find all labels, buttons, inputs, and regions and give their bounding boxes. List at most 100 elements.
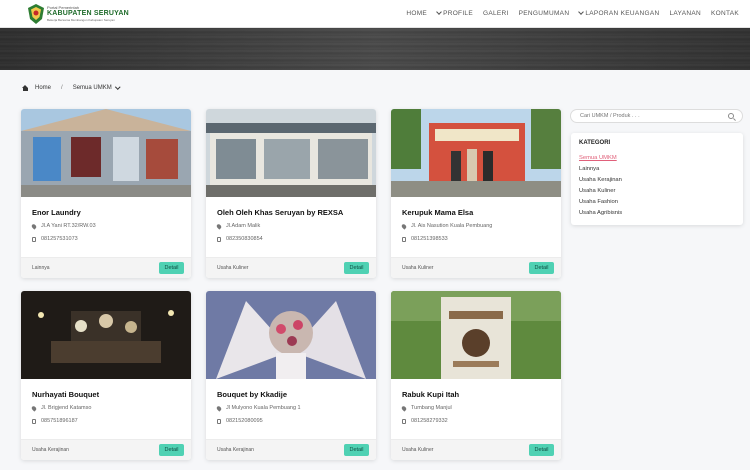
umkm-address: Tumbang Manjul [400, 404, 452, 412]
search-box[interactable] [570, 109, 743, 123]
umkm-name[interactable]: Enor Laundry [32, 208, 81, 217]
card-footer: Usaha Kuliner Detail [206, 257, 376, 278]
phone-text: 082350830854 [226, 236, 263, 242]
nav-profile[interactable]: PROFILE [436, 9, 473, 17]
umkm-category: Usaha Kerajinan [32, 447, 69, 453]
card-footer: Usaha Kuliner Detail [391, 439, 561, 460]
umkm-address: Jl.A Yani RT.32/RW.03 [30, 222, 96, 230]
phone-text: 081251398533 [411, 236, 448, 242]
umkm-photo-kopi [391, 291, 561, 379]
breadcrumb-current-dropdown[interactable]: Semua UMKM [72, 83, 120, 91]
breadcrumb-home[interactable]: Home [35, 85, 51, 91]
umkm-phone: 081257531073 [32, 236, 78, 242]
umkm-card[interactable]: Nurhayati Bouquet Jl. Brigjend Katamso 0… [21, 291, 191, 460]
category-lainnya[interactable]: Lainnya [579, 164, 622, 175]
umkm-name[interactable]: Kerupuk Mama Elsa [402, 208, 473, 217]
address-text: Tumbang Manjul [411, 405, 452, 411]
umkm-phone: 082350830854 [217, 236, 263, 242]
detail-button[interactable]: Detail [159, 444, 184, 456]
category-usaha-kerajinan[interactable]: Usaha Kerajinan [579, 175, 622, 186]
phone-text: 085751896187 [41, 418, 78, 424]
nav-laporan-label: LAPORAN KEUANGAN [585, 10, 660, 17]
umkm-photo-laundry [21, 109, 191, 197]
umkm-category: Usaha Kuliner [217, 265, 249, 271]
category-usaha-fashion[interactable]: Usaha Fashion [579, 197, 622, 208]
location-pin-icon [400, 222, 408, 230]
address-text: Jl Mulyono Kuala Pembuang 1 [226, 405, 301, 411]
logo-tagline: Bekerja Bersama Membangun Kabupaten Seru… [47, 18, 115, 22]
card-footer: Usaha Kerajinan Detail [206, 439, 376, 460]
category-usaha-agribisnis[interactable]: Usaha Agribisnis [579, 208, 622, 219]
phone-icon [402, 236, 406, 242]
phone-icon [32, 236, 36, 242]
location-pin-icon [215, 404, 223, 412]
nav-laporan-keuangan[interactable]: LAPORAN KEUANGAN [578, 9, 660, 17]
umkm-category: Lainnya [32, 265, 50, 271]
phone-icon [217, 418, 221, 424]
search-icon[interactable] [728, 113, 734, 119]
detail-button[interactable]: Detail [344, 444, 369, 456]
breadcrumb-separator: / [61, 85, 63, 91]
umkm-category: Usaha Kuliner [402, 447, 434, 453]
hero-banner [0, 28, 750, 70]
nav-kontak[interactable]: KONTAK [711, 10, 739, 17]
umkm-name[interactable]: Oleh Oleh Khas Seruyan by REXSA [217, 208, 343, 217]
umkm-name[interactable]: Bouquet by Kkadije [217, 390, 287, 399]
category-title: KATEGORI [579, 140, 611, 146]
umkm-photo-bouquet-night [21, 291, 191, 379]
address-text: Jl.A Yani RT.32/RW.03 [41, 223, 96, 229]
phone-text: 081258279332 [411, 418, 448, 424]
logo-text[interactable]: Portal Pemerintah KABUPATEN SERUYAN Beke… [47, 5, 129, 22]
category-list: Semua UMKM Lainnya Usaha Kerajinan Usaha… [579, 153, 622, 219]
card-footer: Usaha Kuliner Detail [391, 257, 561, 278]
chevron-down-icon [436, 9, 442, 15]
location-pin-icon [30, 222, 38, 230]
umkm-card[interactable]: Kerupuk Mama Elsa Jl. Ais Nasution Kuala… [391, 109, 561, 278]
umkm-name[interactable]: Nurhayati Bouquet [32, 390, 99, 399]
breadcrumb-current: Semua UMKM [72, 85, 112, 91]
detail-button[interactable]: Detail [529, 444, 554, 456]
umkm-address: Jl Mulyono Kuala Pembuang 1 [215, 404, 301, 412]
umkm-address: Jl. Ais Nasution Kuala Pembuang [400, 222, 492, 230]
search-input[interactable] [580, 113, 720, 119]
umkm-name[interactable]: Rabuk Kupi Itah [402, 390, 459, 399]
address-text: Jl.Adam Malik [226, 223, 261, 229]
location-pin-icon [400, 404, 408, 412]
top-navbar: Portal Pemerintah KABUPATEN SERUYAN Beke… [0, 0, 750, 28]
umkm-card[interactable]: Oleh Oleh Khas Seruyan by REXSA Jl.Adam … [206, 109, 376, 278]
umkm-category: Usaha Kerajinan [217, 447, 254, 453]
umkm-card[interactable]: Bouquet by Kkadije Jl Mulyono Kuala Pemb… [206, 291, 376, 460]
umkm-phone: 085751896187 [32, 418, 78, 424]
umkm-photo-bouquet [206, 291, 376, 379]
location-pin-icon [30, 404, 38, 412]
address-text: Jl. Brigjend Katamso [41, 405, 92, 411]
phone-text: 082152080095 [226, 418, 263, 424]
detail-button[interactable]: Detail [159, 262, 184, 274]
card-footer: Lainnya Detail [21, 257, 191, 278]
nav-galeri[interactable]: GALERI [483, 10, 509, 17]
kabupaten-logo-icon[interactable] [27, 4, 45, 24]
umkm-card[interactable]: Enor Laundry Jl.A Yani RT.32/RW.03 08125… [21, 109, 191, 278]
nav-pengumuman[interactable]: PENGUMUMAN [519, 10, 570, 17]
umkm-photo-kerupuk [391, 109, 561, 197]
umkm-phone: 082152080095 [217, 418, 263, 424]
category-usaha-kuliner[interactable]: Usaha Kuliner [579, 186, 622, 197]
nav-layanan[interactable]: LAYANAN [669, 10, 700, 17]
umkm-address: Jl. Brigjend Katamso [30, 404, 92, 412]
logo-title: KABUPATEN SERUYAN [47, 10, 129, 17]
location-pin-icon [215, 222, 223, 230]
phone-text: 081257531073 [41, 236, 78, 242]
detail-button[interactable]: Detail [529, 262, 554, 274]
phone-icon [217, 236, 221, 242]
detail-button[interactable]: Detail [344, 262, 369, 274]
phone-icon [402, 418, 406, 424]
chevron-down-icon [578, 9, 585, 15]
umkm-phone: 081258279332 [402, 418, 448, 424]
umkm-card[interactable]: Rabuk Kupi Itah Tumbang Manjul 081258279… [391, 291, 561, 460]
category-panel: KATEGORI Semua UMKM Lainnya Usaha Keraji… [571, 133, 743, 225]
umkm-phone: 081251398533 [402, 236, 448, 242]
umkm-category: Usaha Kuliner [402, 265, 434, 271]
nav-home[interactable]: HOME [406, 10, 427, 17]
main-nav: HOME PROFILE GALERI PENGUMUMAN LAPORAN K… [406, 9, 739, 17]
category-semua-umkm[interactable]: Semua UMKM [579, 153, 622, 164]
